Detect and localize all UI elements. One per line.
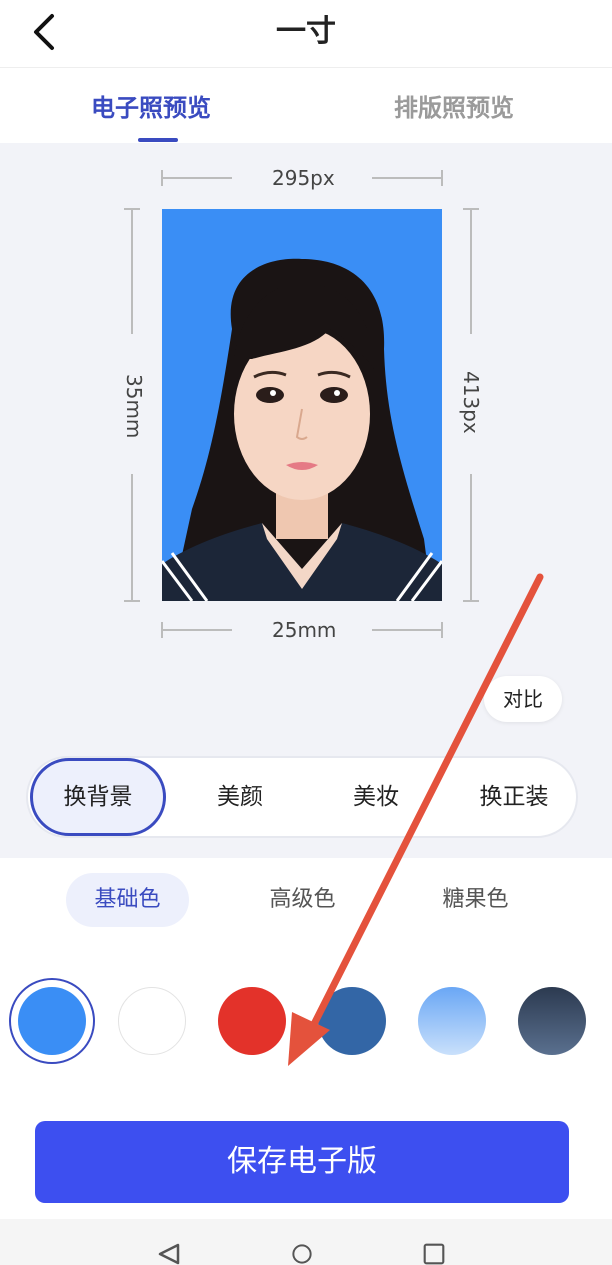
tool-change-background[interactable]: 换背景 bbox=[30, 758, 166, 836]
width-px-label: 295px bbox=[272, 166, 335, 190]
swatch-red[interactable] bbox=[218, 987, 286, 1055]
page-title: 一寸 bbox=[276, 14, 336, 49]
nav-home-icon[interactable] bbox=[288, 1243, 316, 1265]
edit-tool-bar: 换背景 美颜 美妆 换正装 bbox=[26, 756, 578, 838]
nav-recent-icon[interactable] bbox=[421, 1243, 447, 1265]
color-category-tabs: 基础色 高级色 糖果色 bbox=[0, 858, 612, 948]
id-photo-preview bbox=[162, 209, 442, 601]
height-px-label: 413px bbox=[459, 371, 483, 434]
swatch-blue[interactable] bbox=[18, 987, 86, 1055]
portrait-image bbox=[162, 209, 442, 601]
tab-advanced-colors[interactable]: 高级色 bbox=[241, 873, 364, 927]
nav-back-icon[interactable] bbox=[156, 1243, 182, 1265]
tool-beauty[interactable]: 美颜 bbox=[180, 758, 300, 836]
swatch-dark-blue[interactable] bbox=[318, 987, 386, 1055]
height-mm-label: 35mm bbox=[122, 374, 146, 439]
swatch-gradient-dark-slate[interactable] bbox=[518, 987, 586, 1055]
tab-candy-colors[interactable]: 糖果色 bbox=[414, 873, 537, 927]
tab-basic-colors[interactable]: 基础色 bbox=[66, 873, 189, 927]
active-tab-indicator bbox=[138, 138, 178, 142]
width-mm-label: 25mm bbox=[272, 618, 337, 642]
swatch-gradient-light-blue[interactable] bbox=[418, 987, 486, 1055]
header: 一寸 bbox=[0, 0, 612, 68]
preview-tabs: 电子照预览 排版照预览 bbox=[0, 69, 612, 143]
tab-layout-preview[interactable]: 排版照预览 bbox=[394, 91, 514, 125]
compare-button[interactable]: 对比 bbox=[484, 676, 562, 722]
save-electronic-button[interactable]: 保存电子版 bbox=[35, 1121, 569, 1203]
swatch-white[interactable] bbox=[118, 987, 186, 1055]
tool-formal-wear[interactable]: 换正装 bbox=[452, 758, 576, 836]
tool-makeup[interactable]: 美妆 bbox=[316, 758, 436, 836]
system-nav-bar bbox=[0, 1219, 612, 1265]
tab-electronic-preview[interactable]: 电子照预览 bbox=[91, 91, 211, 125]
